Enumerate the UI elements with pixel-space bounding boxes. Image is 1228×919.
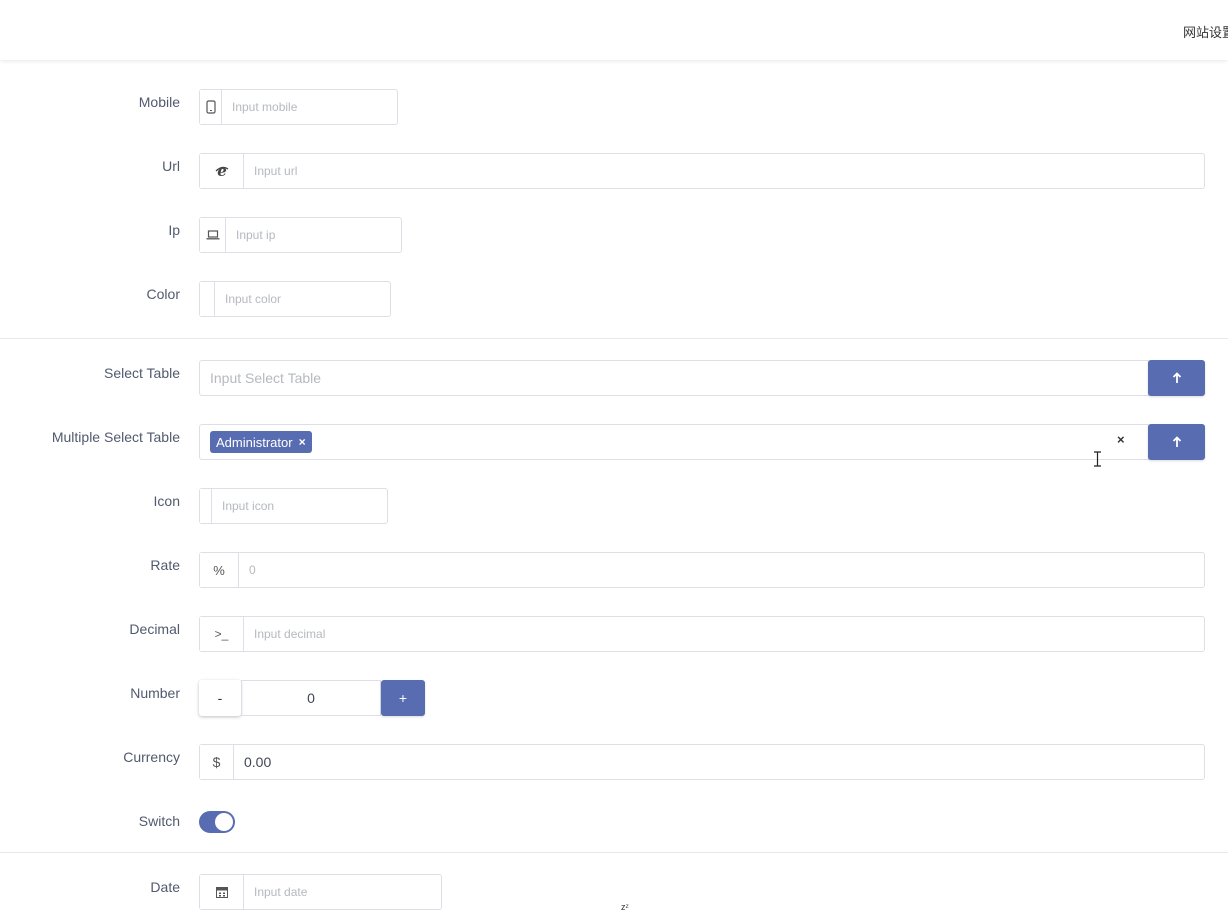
svg-text:e: e xyxy=(217,163,227,179)
tag-remove-icon[interactable]: × xyxy=(299,435,306,449)
dollar-addon: $ xyxy=(200,745,234,779)
internet-explorer-icon: e xyxy=(200,154,244,188)
top-navbar: 网站设置 xyxy=(0,0,1228,60)
color-swatch[interactable] xyxy=(200,282,215,316)
currency-input-group: $ 0.00 xyxy=(199,744,1205,780)
ip-label: Ip xyxy=(168,222,180,238)
multiple-select-table-label: Multiple Select Table xyxy=(51,429,180,445)
decimal-input-group: >_ xyxy=(199,616,1205,652)
form-row-currency: Currency $ 0.00 xyxy=(0,744,1228,780)
form-row-icon: Icon xyxy=(0,488,1228,524)
text-cursor-icon xyxy=(1094,451,1101,467)
form-row-decimal: Decimal >_ xyxy=(0,616,1228,652)
url-input[interactable] xyxy=(244,154,1204,188)
switch-knob xyxy=(215,813,233,831)
rate-input[interactable] xyxy=(239,553,1204,587)
icon-label: Icon xyxy=(153,493,180,509)
rate-label: Rate xyxy=(150,557,180,573)
decimal-input[interactable] xyxy=(244,617,1204,651)
form-row-rate: Rate % xyxy=(0,552,1228,588)
rate-input-group: % xyxy=(199,552,1205,588)
clear-selection-icon[interactable]: × xyxy=(1117,432,1125,447)
calendar-icon xyxy=(200,875,244,909)
decimal-label: Decimal xyxy=(129,621,180,637)
form-row-number: Number - 0 + xyxy=(0,680,1228,716)
icon-input[interactable] xyxy=(212,489,387,523)
mobile-label: Mobile xyxy=(138,94,180,110)
decrement-button[interactable]: - xyxy=(199,680,241,716)
mobile-icon xyxy=(200,90,222,124)
url-label: Url xyxy=(162,158,180,174)
select-table-input[interactable] xyxy=(200,361,1148,395)
form-row-mobile: Mobile xyxy=(0,89,1228,125)
mobile-input[interactable] xyxy=(222,90,397,124)
arrow-up-icon xyxy=(1172,372,1181,383)
mobile-input-group xyxy=(199,89,398,125)
ip-input-group xyxy=(199,217,402,253)
currency-input[interactable]: 0.00 xyxy=(234,745,1204,779)
laptop-icon xyxy=(200,218,226,252)
form-row-switch: Switch xyxy=(0,808,1228,844)
select-table-button[interactable] xyxy=(1148,360,1205,396)
form-row-ip: Ip xyxy=(0,217,1228,253)
form-row-color: Color xyxy=(0,281,1228,317)
date-input-group xyxy=(199,874,442,910)
increment-button[interactable]: + xyxy=(381,680,425,716)
selected-tag-label: Administrator xyxy=(216,434,293,450)
color-input-group xyxy=(199,281,391,317)
color-input[interactable] xyxy=(215,282,390,316)
currency-label: Currency xyxy=(123,749,180,765)
color-label: Color xyxy=(146,286,180,302)
percent-addon: % xyxy=(200,553,239,587)
multiple-select-table-button[interactable] xyxy=(1148,424,1205,460)
sleep-indicator-icon: zᶻ xyxy=(621,902,629,912)
selected-tag: Administrator × xyxy=(210,431,312,453)
switch-label: Switch xyxy=(138,813,180,829)
form-row-url: Url e xyxy=(0,153,1228,189)
date-input[interactable] xyxy=(244,875,441,909)
select-table-label: Select Table xyxy=(103,365,180,381)
arrow-up-icon xyxy=(1172,436,1181,447)
form-row-date: Date xyxy=(0,874,1228,910)
form-row-multiple-select-table: Multiple Select Table Administrator × × xyxy=(0,424,1228,460)
site-settings-menu[interactable]: 网站设置 xyxy=(1183,22,1228,41)
terminal-icon: >_ xyxy=(200,617,244,651)
multiple-select-table-input-group[interactable]: Administrator × xyxy=(199,424,1149,460)
number-label: Number xyxy=(130,685,180,701)
section-divider xyxy=(0,338,1228,339)
date-label: Date xyxy=(150,879,180,895)
section-divider xyxy=(0,852,1228,853)
toggle-switch[interactable] xyxy=(199,811,235,833)
icon-preview[interactable] xyxy=(200,489,212,523)
select-table-input-group xyxy=(199,360,1149,396)
number-input[interactable]: 0 xyxy=(241,680,381,716)
url-input-group: e xyxy=(199,153,1205,189)
form-row-select-table: Select Table xyxy=(0,360,1228,396)
icon-input-group xyxy=(199,488,388,524)
ip-input[interactable] xyxy=(226,218,401,252)
